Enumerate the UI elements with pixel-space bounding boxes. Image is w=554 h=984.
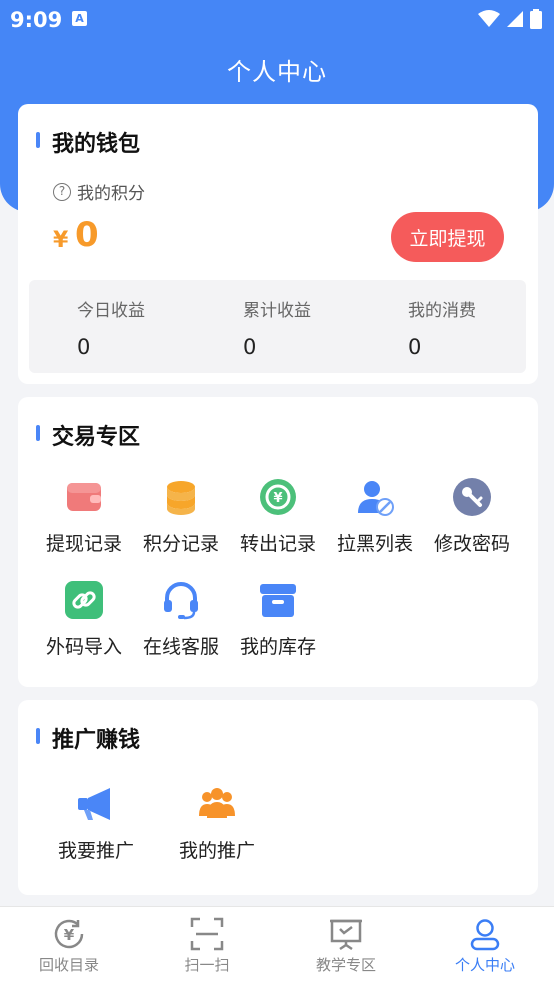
status-icons (478, 9, 542, 29)
trade-title: 交易专区 (35, 419, 140, 451)
link-icon (65, 581, 103, 619)
grid-label: 我要推广 (57, 840, 134, 862)
wallet-card: 我的钱包 ? 我的积分 ¥ 0 立即提现 今日收益 0 累计收益 0 我的消费 … (18, 104, 538, 384)
notification-icon: A (72, 11, 87, 26)
tab-recycle-catalog[interactable]: ¥ 回收目录 (0, 907, 138, 984)
tab-label: 扫一扫 (184, 956, 230, 974)
grid-item-transfer-records[interactable]: ¥ 转出记录 (230, 477, 326, 556)
currency-symbol: ¥ (53, 228, 69, 253)
transfer-icon: ¥ (260, 479, 296, 515)
tab-profile[interactable]: 个人中心 (416, 907, 554, 984)
svg-text:¥: ¥ (273, 491, 282, 506)
grid-item-online-support[interactable]: 在线客服 (133, 580, 229, 659)
grid-item-promote[interactable]: 我要推广 (48, 784, 144, 863)
stat-value: 0 (243, 335, 257, 359)
stat-value: 0 (408, 335, 422, 359)
user-icon (470, 919, 500, 951)
points-label-row[interactable]: ? 我的积分 (53, 179, 145, 204)
grid-label: 我的库存 (239, 636, 316, 658)
wallet-title: 我的钱包 (35, 126, 140, 158)
grid-label: 我的推广 (178, 840, 255, 862)
grid-label: 修改密码 (433, 533, 510, 555)
teaching-icon (330, 919, 362, 951)
team-icon (199, 788, 235, 818)
tab-label: 教学专区 (315, 956, 376, 974)
status-time: 9:09 (10, 8, 63, 32)
stat-value: 0 (77, 335, 91, 359)
block-user-icon (358, 481, 394, 516)
grid-label: 在线客服 (142, 636, 219, 658)
stat-today-earnings: 今日收益 0 (77, 296, 217, 359)
recycle-yen-icon: ¥ (54, 919, 84, 949)
grid-item-points-records[interactable]: 积分记录 (133, 477, 229, 556)
headset-icon (164, 582, 198, 620)
stat-label: 累计收益 (243, 301, 311, 321)
inventory-icon (260, 584, 296, 617)
grid-label: 转出记录 (239, 533, 316, 555)
coins-icon (167, 481, 195, 515)
grid-label: 外码导入 (45, 636, 122, 658)
signal-icon (507, 11, 523, 27)
trade-card: 交易专区 提现记录 积分记录 ¥ 转出记录 拉黑列表 修改密码 外码导入 在线客… (18, 397, 538, 687)
points-label: 我的积分 (77, 184, 145, 204)
stat-label: 我的消费 (408, 301, 476, 321)
tab-scan[interactable]: 扫一扫 (138, 907, 276, 984)
wifi-icon (478, 10, 500, 27)
grid-item-my-inventory[interactable]: 我的库存 (230, 580, 326, 659)
points-amount: 0 (75, 215, 99, 255)
megaphone-icon (78, 788, 110, 820)
promo-card: 推广赚钱 我要推广 我的推广 (18, 700, 538, 895)
withdraw-button[interactable]: 立即提现 (391, 212, 504, 262)
stat-label: 今日收益 (77, 301, 145, 321)
grid-item-withdraw-records[interactable]: 提现记录 (36, 477, 132, 556)
help-icon[interactable]: ? (53, 182, 71, 201)
grid-label: 拉黑列表 (336, 533, 413, 555)
grid-label: 提现记录 (45, 533, 122, 555)
stat-total-earnings: 累计收益 0 (243, 296, 383, 359)
scan-icon (190, 917, 224, 951)
key-icon (453, 478, 491, 516)
wallet-icon (67, 483, 101, 511)
wallet-stats: 今日收益 0 累计收益 0 我的消费 0 (29, 280, 526, 373)
grid-item-my-promotions[interactable]: 我的推广 (169, 784, 265, 863)
promo-title: 推广赚钱 (35, 722, 140, 754)
tab-label: 个人中心 (454, 956, 515, 974)
bottom-tab-bar: ¥ 回收目录 扫一扫 教学专区 个人中心 (0, 906, 554, 984)
grid-item-blocklist[interactable]: 拉黑列表 (327, 477, 423, 556)
stat-my-spending: 我的消费 0 (408, 296, 548, 359)
grid-item-change-password[interactable]: 修改密码 (424, 477, 520, 556)
battery-icon (530, 9, 542, 29)
grid-label: 积分记录 (142, 533, 219, 555)
page-title: 个人中心 (227, 58, 327, 86)
tab-teaching[interactable]: 教学专区 (277, 907, 415, 984)
status-bar: 9:09 A (0, 0, 554, 38)
grid-item-external-import[interactable]: 外码导入 (36, 580, 132, 659)
svg-text:¥: ¥ (64, 926, 75, 944)
tab-label: 回收目录 (38, 956, 99, 974)
